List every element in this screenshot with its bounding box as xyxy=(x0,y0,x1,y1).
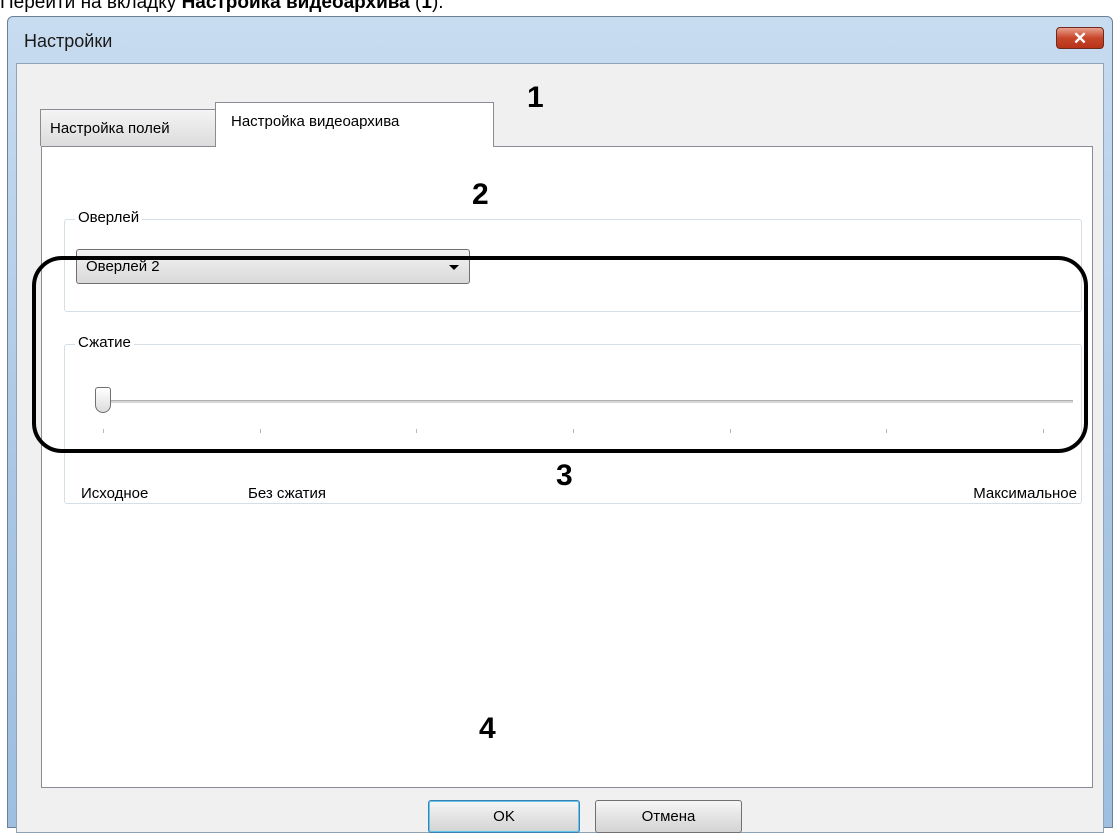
dialog-client-area: Настройка полей Настройка видеоархива Ов… xyxy=(16,63,1104,833)
ok-button[interactable]: OK xyxy=(428,800,580,833)
overlay-groupbox: Оверлей Оверлей 2 xyxy=(64,209,1082,312)
tab-field-settings[interactable]: Настройка полей xyxy=(40,109,216,146)
close-button[interactable]: ✕ xyxy=(1056,27,1104,49)
overlay-dropdown-value: Оверлей 2 xyxy=(86,258,160,275)
label-maximum: Максимальное xyxy=(973,485,1077,502)
instruction-text: Перейти на вкладку Настройка видеоархива… xyxy=(0,0,444,13)
compression-slider-thumb[interactable] xyxy=(95,387,111,413)
chevron-down-icon xyxy=(449,265,459,270)
overlay-legend: Оверлей xyxy=(75,209,143,226)
tab-label: Настройка полей xyxy=(50,120,170,137)
tab-label: Настройка видеоархива xyxy=(231,113,400,130)
annotation-2: 2 xyxy=(472,178,489,211)
compression-groupbox: Сжатие Исходное Без сжатия Максимальное xyxy=(64,334,1082,504)
compression-legend: Сжатие xyxy=(75,334,134,351)
overlay-dropdown[interactable]: Оверлей 2 xyxy=(76,249,470,284)
annotation-3: 3 xyxy=(556,459,573,492)
slider-tick xyxy=(573,429,574,433)
window-title: Настройки xyxy=(24,31,113,51)
slider-tick xyxy=(1043,429,1044,433)
slider-tick xyxy=(730,429,731,433)
slider-tick xyxy=(260,429,261,433)
slider-tick xyxy=(416,429,417,433)
title-bar[interactable]: Настройки ✕ xyxy=(8,17,1112,63)
compression-slider-track[interactable] xyxy=(103,400,1073,403)
settings-dialog: Настройки ✕ Настройка полей Настройка ви… xyxy=(7,16,1113,833)
close-icon: ✕ xyxy=(1072,29,1088,48)
annotation-1: 1 xyxy=(527,81,544,114)
slider-tick xyxy=(103,429,104,433)
label-original: Исходное xyxy=(81,485,149,502)
label-no-compression: Без сжатия xyxy=(248,485,326,502)
tab-video-archive-settings[interactable]: Настройка видеоархива xyxy=(215,102,494,147)
annotation-4: 4 xyxy=(479,712,496,745)
cancel-button[interactable]: Отмена xyxy=(595,800,742,833)
slider-tick xyxy=(886,429,887,433)
